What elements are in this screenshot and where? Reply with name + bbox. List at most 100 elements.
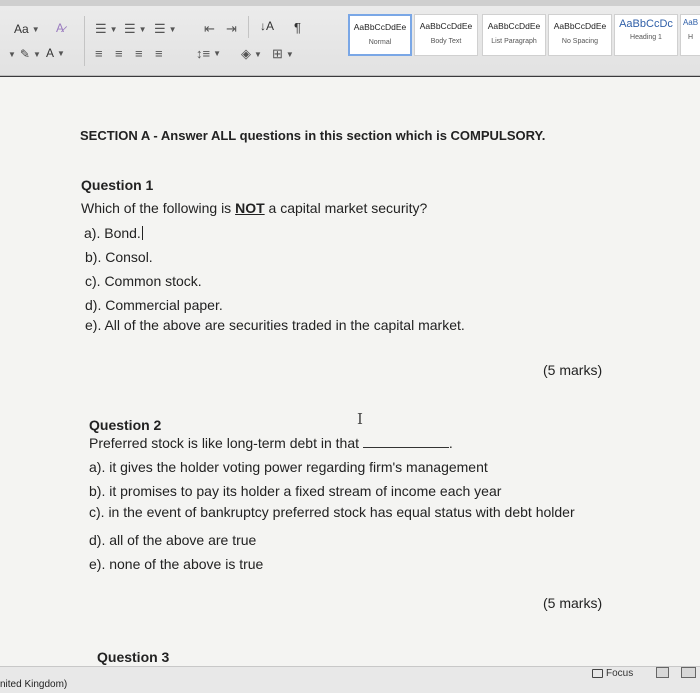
option-text: a). Bond. (84, 225, 141, 241)
question1-option-c: c). Common stock. (85, 273, 202, 289)
sort-icon: ↓A (260, 19, 275, 33)
chevron-down-icon: ▼ (213, 49, 222, 58)
style-name: Normal (368, 39, 392, 46)
borders-icon: ⊞ (272, 46, 283, 61)
document-page[interactable]: SECTION A - Answer ALL questions in this… (0, 77, 700, 666)
language-status[interactable]: nited Kingdom) (0, 679, 67, 690)
style-sample: AaB (682, 18, 699, 27)
style-sample: AaBbCcDdEe (487, 21, 541, 31)
chevron-down-icon: ▼ (138, 24, 147, 34)
shading-button[interactable]: ◈ ▼ (241, 46, 262, 62)
font-color-button[interactable]: A ▼ (46, 46, 65, 60)
multilevel-list-icon: ☰ (154, 21, 166, 36)
status-bar: nited Kingdom) Focus (0, 666, 700, 693)
chevron-down-icon: ▼ (285, 49, 294, 59)
highlight-button[interactable]: ▼ ✎ ▼ (8, 47, 41, 61)
decrease-indent-icon: ⇤ (204, 21, 215, 36)
print-layout-view-icon[interactable] (656, 667, 669, 678)
question1-prompt-after: a capital market security? (264, 200, 428, 216)
focus-button[interactable]: Focus (592, 668, 633, 679)
style-name: List Paragraph (491, 38, 537, 45)
style-sample: AaBbCcDdEe (419, 21, 473, 31)
focus-label: Focus (606, 668, 634, 679)
ribbon-top-strip (0, 0, 700, 6)
style-sample: AaBbCcDc (619, 18, 673, 30)
question2-prompt: Preferred stock is like long-term debt i… (89, 435, 453, 451)
borders-button[interactable]: ⊞ ▼ (272, 46, 294, 62)
bullets-icon: ☰ (95, 21, 107, 36)
chevron-down-icon: ▼ (8, 49, 16, 59)
style-name: H (687, 34, 694, 41)
bullets-button[interactable]: ☰ ▼ (95, 21, 118, 37)
question1-option-e: e). All of the above are securities trad… (85, 317, 465, 333)
chevron-down-icon: ▼ (57, 48, 65, 58)
chevron-down-icon: ▼ (254, 49, 262, 59)
show-formatting-button[interactable]: ¶ (294, 20, 301, 35)
question2-option-e: e). none of the above is true (89, 556, 264, 572)
line-spacing-button[interactable]: ↕≡ ▼ (196, 46, 221, 61)
style-sample: AaBbCcDdEe (353, 22, 407, 32)
fill-in-blank (362, 437, 449, 448)
text-insertion-caret (141, 226, 143, 240)
clear-formatting-icon[interactable]: A̷ (56, 21, 64, 35)
change-case-label: Aa (14, 22, 29, 36)
question1-option-b: b). Consol. (85, 249, 153, 265)
style-name: Heading 1 (630, 34, 662, 41)
justify-button[interactable]: ≡ (155, 46, 163, 61)
align-center-button[interactable]: ≡ (115, 46, 123, 61)
question1-prompt-before: Which of the following is (81, 200, 236, 216)
style-body-text[interactable]: AaBbCcDdEe Body Text (414, 14, 478, 56)
question1-option-a: a). Bond. (84, 225, 143, 241)
align-right-icon: ≡ (135, 46, 143, 61)
style-sample: AaBbCcDdEe (553, 21, 607, 31)
align-right-button[interactable]: ≡ (135, 46, 143, 61)
sort-button[interactable]: ↓A (260, 19, 274, 33)
increase-indent-icon: ⇥ (226, 21, 237, 36)
question2-option-a: a). it gives the holder voting power reg… (89, 459, 488, 475)
question1-prompt-emphasis: NOT (235, 200, 265, 216)
question2-option-c: c). in the event of bankruptcy preferred… (89, 504, 575, 520)
question1-prompt: Which of the following is NOT a capital … (81, 200, 427, 216)
multilevel-list-button[interactable]: ☰ ▼ (154, 21, 177, 37)
numbering-icon: ☰ (124, 21, 136, 36)
align-center-icon: ≡ (115, 46, 123, 61)
question2-title: Question 2 (89, 417, 162, 433)
style-heading-2[interactable]: AaB H (680, 14, 700, 56)
question2-prompt-after: . (448, 435, 453, 451)
line-spacing-icon: ↕≡ (196, 46, 211, 61)
question2-marks: (5 marks) (543, 595, 603, 611)
ribbon-separator (84, 16, 85, 66)
question3-title: Question 3 (97, 649, 170, 665)
ribbon-toolbar: Aa ▼ A̷ ☰ ▼ ☰ ▼ ☰ ▼ ⇤ ⇥ ↓A ¶ ▼ ✎ ▼ A ▼ ≡ ≡ … (0, 0, 700, 76)
question2-prompt-before: Preferred stock is like long-term debt i… (89, 435, 363, 451)
increase-indent-button[interactable]: ⇥ (226, 21, 237, 37)
chevron-down-icon: ▼ (31, 24, 40, 34)
justify-icon: ≡ (155, 46, 163, 61)
font-color-icon: A (46, 46, 55, 60)
align-left-button[interactable]: ≡ (95, 46, 103, 61)
style-heading-1[interactable]: AaBbCcDc Heading 1 (614, 14, 678, 56)
pilcrow-icon: ¶ (294, 20, 301, 35)
highlighter-icon: ✎ (19, 47, 30, 61)
section-heading: SECTION A - Answer ALL questions in this… (80, 128, 546, 143)
focus-icon (592, 669, 603, 678)
question2-option-d: d). all of the above are true (89, 532, 257, 548)
ribbon-separator (248, 16, 249, 38)
style-name: No Spacing (561, 38, 599, 45)
question1-title: Question 1 (81, 177, 154, 193)
chevron-down-icon: ▼ (32, 49, 41, 59)
align-left-icon: ≡ (95, 46, 103, 61)
web-layout-view-icon[interactable] (681, 667, 696, 678)
decrease-indent-button[interactable]: ⇤ (204, 21, 215, 37)
paint-bucket-icon: ◈ (241, 46, 251, 61)
style-list-paragraph[interactable]: AaBbCcDdEe List Paragraph (482, 14, 546, 56)
chevron-down-icon: ▼ (109, 24, 118, 34)
numbering-button[interactable]: ☰ ▼ (124, 21, 147, 37)
question1-marks: (5 marks) (543, 362, 603, 378)
question2-option-b: b). it promises to pay its holder a fixe… (89, 483, 502, 499)
chevron-down-icon: ▼ (168, 24, 177, 34)
style-normal[interactable]: AaBbCcDdEe Normal (348, 14, 412, 56)
style-no-spacing[interactable]: AaBbCcDdEe No Spacing (548, 14, 612, 56)
change-case-button[interactable]: Aa ▼ (14, 22, 40, 36)
style-name: Body Text (430, 38, 462, 45)
